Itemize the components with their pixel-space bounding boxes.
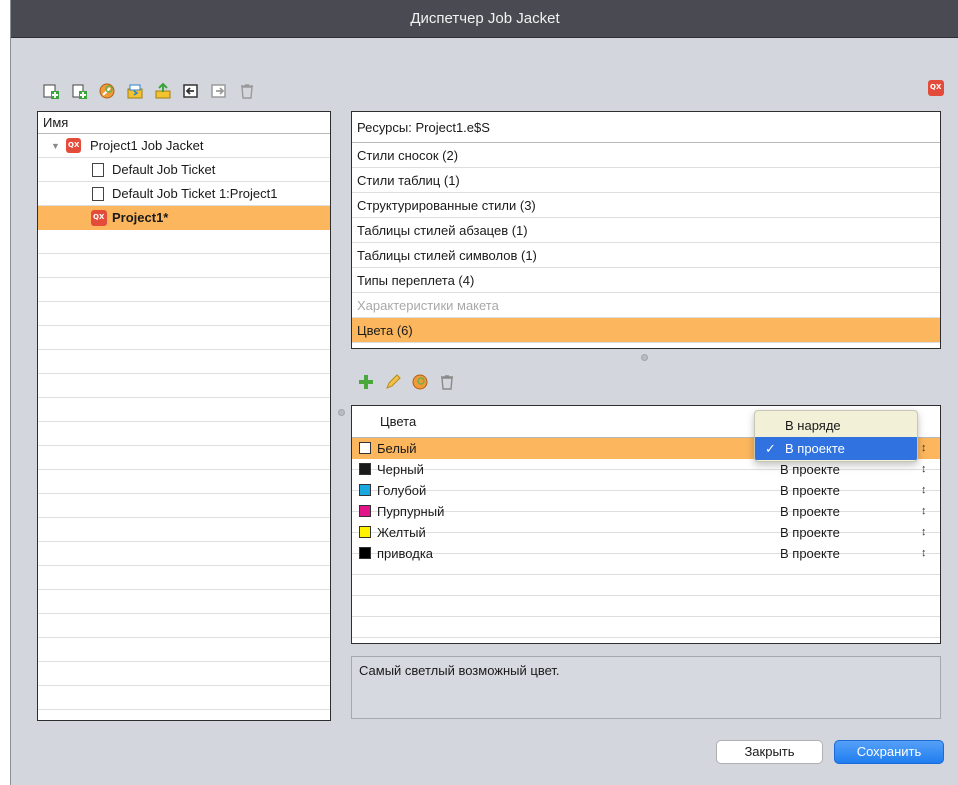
close-button[interactable]: Закрыть: [716, 740, 823, 764]
color-name: Пурпурный: [377, 504, 445, 519]
save-button[interactable]: Сохранить: [834, 740, 944, 764]
color-row[interactable]: Черный В проекте ↕: [352, 459, 940, 480]
resource-item[interactable]: Стили таблиц (1): [352, 168, 940, 193]
location-dropdown-menu: В наряде ✓ В проекте: [754, 410, 918, 462]
main-toolbar: [41, 79, 257, 103]
duplicate-icon[interactable]: [410, 372, 430, 392]
color-swatch: [359, 547, 371, 559]
color-row[interactable]: Желтый В проекте ↕: [352, 522, 940, 543]
color-row[interactable]: Голубой В проекте ↕: [352, 480, 940, 501]
resources-header: Ресурсы: Project1.e$S: [352, 112, 940, 143]
document-icon: [92, 163, 104, 177]
option-label: В наряде: [785, 418, 841, 433]
dropdown-option-selected[interactable]: ✓ В проекте: [755, 437, 917, 460]
document-icon: [92, 187, 104, 201]
color-location[interactable]: В проекте: [780, 501, 840, 522]
stepper-icon[interactable]: ↕: [921, 522, 927, 543]
color-location[interactable]: В проекте: [780, 522, 840, 543]
edit-icon[interactable]: [97, 81, 117, 101]
import-icon[interactable]: [125, 81, 145, 101]
tree-item-job-jacket[interactable]: ▼ QX Project1 Job Jacket: [38, 134, 330, 158]
tree-item-label: Default Job Ticket: [112, 162, 216, 177]
color-swatch: [359, 505, 371, 517]
color-location[interactable]: В проекте: [780, 480, 840, 501]
link-icon[interactable]: [181, 81, 201, 101]
trash-icon[interactable]: [437, 372, 457, 392]
trash-icon[interactable]: [237, 81, 257, 101]
split-handle[interactable]: [338, 409, 345, 416]
color-swatch: [359, 463, 371, 475]
color-name: Желтый: [377, 525, 426, 540]
qx-project-icon: QX: [91, 210, 107, 226]
color-name: приводка: [377, 546, 434, 561]
tree-item-label: Default Job Ticket 1:Project1: [112, 186, 278, 201]
new-ticket-icon[interactable]: [69, 81, 89, 101]
tree-item-project1[interactable]: QX Project1*: [38, 206, 330, 230]
split-handle[interactable]: [641, 354, 648, 361]
color-name: Черный: [377, 462, 424, 477]
tree-item-default-ticket[interactable]: Default Job Ticket: [38, 158, 330, 182]
tree-item-label: Project1*: [112, 210, 169, 225]
color-row[interactable]: Пурпурный В проекте ↕: [352, 501, 940, 522]
new-job-jacket-icon[interactable]: [41, 81, 61, 101]
dropdown-option[interactable]: В наряде: [755, 414, 917, 437]
checkmark-icon: ✓: [765, 441, 776, 456]
add-icon[interactable]: [356, 372, 376, 392]
tree-item-label: Project1 Job Jacket: [90, 138, 204, 153]
job-jacket-tree: Имя ▼ QX Project1 Job Jacket Default Job…: [37, 111, 331, 721]
stepper-icon[interactable]: ↕: [921, 459, 927, 480]
disclosure-triangle-icon[interactable]: ▼: [51, 134, 61, 158]
resource-item[interactable]: Структурированные стили (3): [352, 193, 940, 218]
tree-header: Имя: [38, 112, 330, 134]
option-label: В проекте: [785, 441, 845, 456]
stepper-icon[interactable]: ↕: [921, 480, 927, 501]
export-icon[interactable]: [153, 81, 173, 101]
resources-list: Ресурсы: Project1.e$S Стили сносок (2) С…: [351, 111, 941, 349]
color-name: Голубой: [377, 483, 427, 498]
color-swatch: [359, 484, 371, 496]
color-name: Белый: [377, 441, 417, 456]
edit-pencil-icon[interactable]: [383, 372, 403, 392]
stepper-icon[interactable]: ↕: [921, 438, 927, 459]
window-title: Диспетчер Job Jacket: [11, 0, 958, 38]
color-swatch: [359, 442, 371, 454]
color-location[interactable]: В проекте: [780, 543, 840, 564]
resource-item[interactable]: Типы переплета (4): [352, 268, 940, 293]
resource-item[interactable]: Таблицы стилей абзацев (1): [352, 218, 940, 243]
resource-item[interactable]: Таблицы стилей символов (1): [352, 243, 940, 268]
qx-project-icon[interactable]: QX: [928, 80, 944, 96]
stepper-icon[interactable]: ↕: [921, 501, 927, 522]
job-jacket-icon: QX: [66, 138, 81, 153]
description-box: Самый светлый возможный цвет.: [351, 656, 941, 719]
job-jacket-manager-window: Диспетчер Job Jacket QX Имя ▼ QX Project…: [10, 0, 958, 785]
resource-item[interactable]: Стили сносок (2): [352, 143, 940, 168]
color-row[interactable]: приводка В проекте ↕: [352, 543, 940, 564]
resource-item-disabled: Характеристики макета: [352, 293, 940, 318]
tree-item-default-ticket-1[interactable]: Default Job Ticket 1:Project1: [38, 182, 330, 206]
stepper-icon[interactable]: ↕: [921, 543, 927, 564]
color-location[interactable]: В проекте: [780, 459, 840, 480]
unlink-icon[interactable]: [209, 81, 229, 101]
color-swatch: [359, 526, 371, 538]
resource-item-colors[interactable]: Цвета (6): [352, 318, 940, 343]
colors-toolbar: [356, 372, 457, 392]
